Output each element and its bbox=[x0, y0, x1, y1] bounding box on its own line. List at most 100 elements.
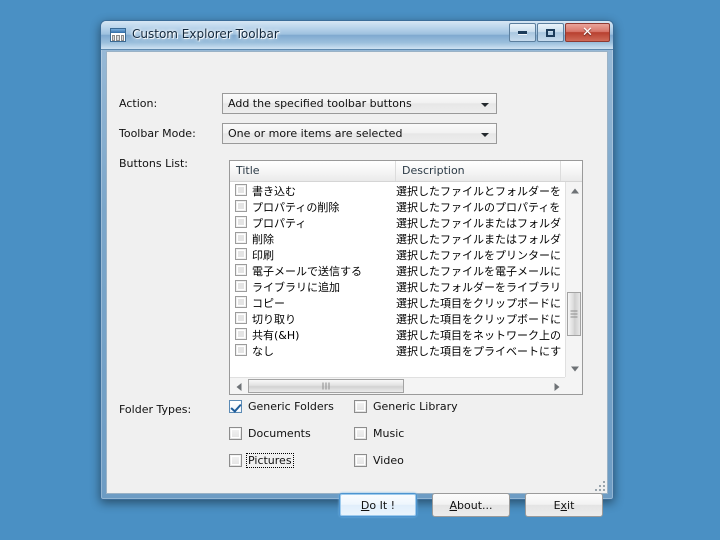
triangle-right-icon bbox=[554, 382, 559, 391]
action-label: Action: bbox=[119, 97, 158, 110]
row-title: なし bbox=[252, 345, 274, 358]
row-checkbox[interactable] bbox=[235, 216, 247, 228]
row-title: ライブラリに追加 bbox=[252, 281, 340, 294]
table-row[interactable]: 切り取り 選択した項目をクリップボードに移動 bbox=[230, 310, 565, 326]
window-title: Custom Explorer Toolbar bbox=[132, 27, 279, 41]
resize-grip[interactable] bbox=[593, 479, 605, 491]
folder-type-checkbox-pictures[interactable]: Pictures bbox=[229, 453, 294, 468]
scroll-left-button[interactable] bbox=[230, 378, 247, 394]
row-checkbox[interactable] bbox=[235, 264, 247, 276]
row-checkbox[interactable] bbox=[235, 280, 247, 292]
buttons-list-view[interactable]: Title Description 書き込む 選択したファイルとフォルダーをディス… bbox=[229, 160, 583, 395]
buttons-list-label: Buttons List: bbox=[119, 157, 189, 170]
folder-type-label: Music bbox=[373, 427, 405, 440]
dialog-window: Custom Explorer Toolbar ✕ Action: Add th… bbox=[100, 20, 614, 517]
row-checkbox[interactable] bbox=[235, 248, 247, 260]
row-checkbox[interactable] bbox=[235, 184, 247, 196]
table-row[interactable]: コピー 選択した項目をクリップボードにコピー bbox=[230, 294, 565, 310]
checkbox-unchecked-icon[interactable] bbox=[354, 454, 367, 467]
toolbar-window-icon bbox=[110, 28, 126, 42]
row-description: 選択したファイルとフォルダーをディスク bbox=[396, 185, 561, 198]
row-description: 選択したファイルまたはフォルダーをご bbox=[396, 233, 561, 246]
row-title: 電子メールで送信する bbox=[252, 265, 362, 278]
row-description: 選択した項目をプライベートにすると、 bbox=[396, 345, 561, 358]
scroll-up-button[interactable] bbox=[566, 182, 582, 199]
folder-types-label: Folder Types: bbox=[119, 403, 192, 416]
scroll-down-button[interactable] bbox=[566, 360, 582, 377]
vertical-scroll-thumb[interactable] bbox=[567, 292, 581, 336]
checkbox-unchecked-icon[interactable] bbox=[229, 454, 242, 467]
table-row[interactable]: プロパティの削除 選択したファイルのプロパティを削除し bbox=[230, 198, 565, 214]
chevron-down-icon bbox=[481, 103, 489, 107]
title-bar[interactable]: Custom Explorer Toolbar ✕ bbox=[101, 21, 613, 50]
folder-type-checkbox-video[interactable]: Video bbox=[354, 454, 405, 467]
exit-button[interactable]: Exit bbox=[525, 493, 603, 517]
horizontal-scrollbar[interactable] bbox=[230, 377, 565, 394]
table-row[interactable]: 印刷 選択したファイルをプリンターに送信し bbox=[230, 246, 565, 262]
row-description: 選択した項目をクリップボードにコピー bbox=[396, 297, 561, 310]
vertical-scrollbar[interactable] bbox=[565, 182, 582, 377]
row-description: 選択したファイルをプリンターに送信し bbox=[396, 249, 561, 262]
scroll-right-button[interactable] bbox=[548, 378, 565, 394]
row-title: 印刷 bbox=[252, 249, 274, 262]
triangle-left-icon bbox=[236, 382, 241, 391]
row-checkbox[interactable] bbox=[235, 328, 247, 340]
checkbox-unchecked-icon[interactable] bbox=[354, 400, 367, 413]
dialog-client-area: Action: Add the specified toolbar button… bbox=[106, 51, 608, 517]
row-title: コピー bbox=[252, 297, 285, 310]
triangle-down-icon bbox=[570, 366, 579, 371]
checkbox-unchecked-icon[interactable] bbox=[354, 427, 367, 440]
row-checkbox[interactable] bbox=[235, 296, 247, 308]
close-icon: ✕ bbox=[582, 25, 593, 40]
table-row[interactable]: 電子メールで送信する 選択したファイルを電子メールに添付 bbox=[230, 262, 565, 278]
folder-type-label: Documents bbox=[248, 427, 311, 440]
close-button[interactable]: ✕ bbox=[565, 23, 610, 42]
folder-type-label: Generic Folders bbox=[248, 400, 334, 413]
column-header-title[interactable]: Title bbox=[230, 161, 396, 181]
window-controls: ✕ bbox=[508, 23, 610, 42]
row-description: 選択したフォルダーをライブラリに追加 bbox=[396, 281, 561, 294]
do-it-button-label: Do It ! bbox=[360, 498, 396, 512]
folder-type-checkbox-generic-library[interactable]: Generic Library bbox=[354, 400, 459, 413]
row-checkbox[interactable] bbox=[235, 232, 247, 244]
table-row[interactable]: 共有(&H) 選択した項目をネットワーク上の他の bbox=[230, 326, 565, 342]
folder-type-checkbox-music[interactable]: Music bbox=[354, 427, 405, 440]
table-row[interactable]: ライブラリに追加 選択したフォルダーをライブラリに追加 bbox=[230, 278, 565, 294]
horizontal-scroll-thumb[interactable] bbox=[248, 379, 404, 393]
maximize-button[interactable] bbox=[537, 23, 564, 42]
row-description: 選択したファイルまたはフォルダーのプ bbox=[396, 217, 561, 230]
scroll-thumb-grip-icon bbox=[570, 310, 578, 319]
exit-button-label: Exit bbox=[553, 498, 575, 512]
row-checkbox[interactable] bbox=[235, 200, 247, 212]
table-row[interactable]: 削除 選択したファイルまたはフォルダーをご bbox=[230, 230, 565, 246]
folder-type-checkbox-generic-folders[interactable]: Generic Folders bbox=[229, 400, 335, 413]
row-description: 選択したファイルを電子メールに添付 bbox=[396, 265, 561, 278]
folder-type-label: Pictures bbox=[246, 453, 294, 468]
checkbox-unchecked-icon[interactable] bbox=[229, 427, 242, 440]
action-combobox[interactable]: Add the specified toolbar buttons bbox=[222, 93, 497, 114]
row-description: 選択した項目をネットワーク上の他の bbox=[396, 329, 561, 342]
checkbox-checked-icon[interactable] bbox=[229, 400, 242, 413]
table-row[interactable]: プロパティ 選択したファイルまたはフォルダーのプ bbox=[230, 214, 565, 230]
do-it-button[interactable]: Do It ! bbox=[339, 493, 417, 517]
folder-type-label: Video bbox=[373, 454, 404, 467]
toolbar-mode-combobox[interactable]: One or more items are selected bbox=[222, 123, 497, 144]
list-rows: 書き込む 選択したファイルとフォルダーをディスクプロパティの削除 選択したファイルの… bbox=[230, 182, 565, 377]
about-button[interactable]: About... bbox=[432, 493, 510, 517]
row-title: プロパティ bbox=[252, 217, 307, 230]
minimize-button[interactable] bbox=[509, 23, 536, 42]
column-header-description[interactable]: Description bbox=[396, 161, 561, 181]
row-checkbox[interactable] bbox=[235, 312, 247, 324]
row-checkbox[interactable] bbox=[235, 344, 247, 356]
toolbar-mode-combobox-value: One or more items are selected bbox=[228, 127, 403, 140]
row-title: 削除 bbox=[252, 233, 274, 246]
row-description: 選択したファイルのプロパティを削除し bbox=[396, 201, 561, 214]
row-title: 共有(&H) bbox=[252, 329, 300, 342]
triangle-up-icon bbox=[570, 188, 579, 193]
table-row[interactable]: 書き込む 選択したファイルとフォルダーをディスク bbox=[230, 182, 565, 198]
icon-title-bar-stripe bbox=[111, 29, 125, 33]
maximize-icon bbox=[538, 24, 563, 41]
table-row[interactable]: なし 選択した項目をプライベートにすると、 bbox=[230, 342, 565, 358]
minimize-icon bbox=[510, 24, 535, 41]
folder-type-checkbox-documents[interactable]: Documents bbox=[229, 427, 312, 440]
